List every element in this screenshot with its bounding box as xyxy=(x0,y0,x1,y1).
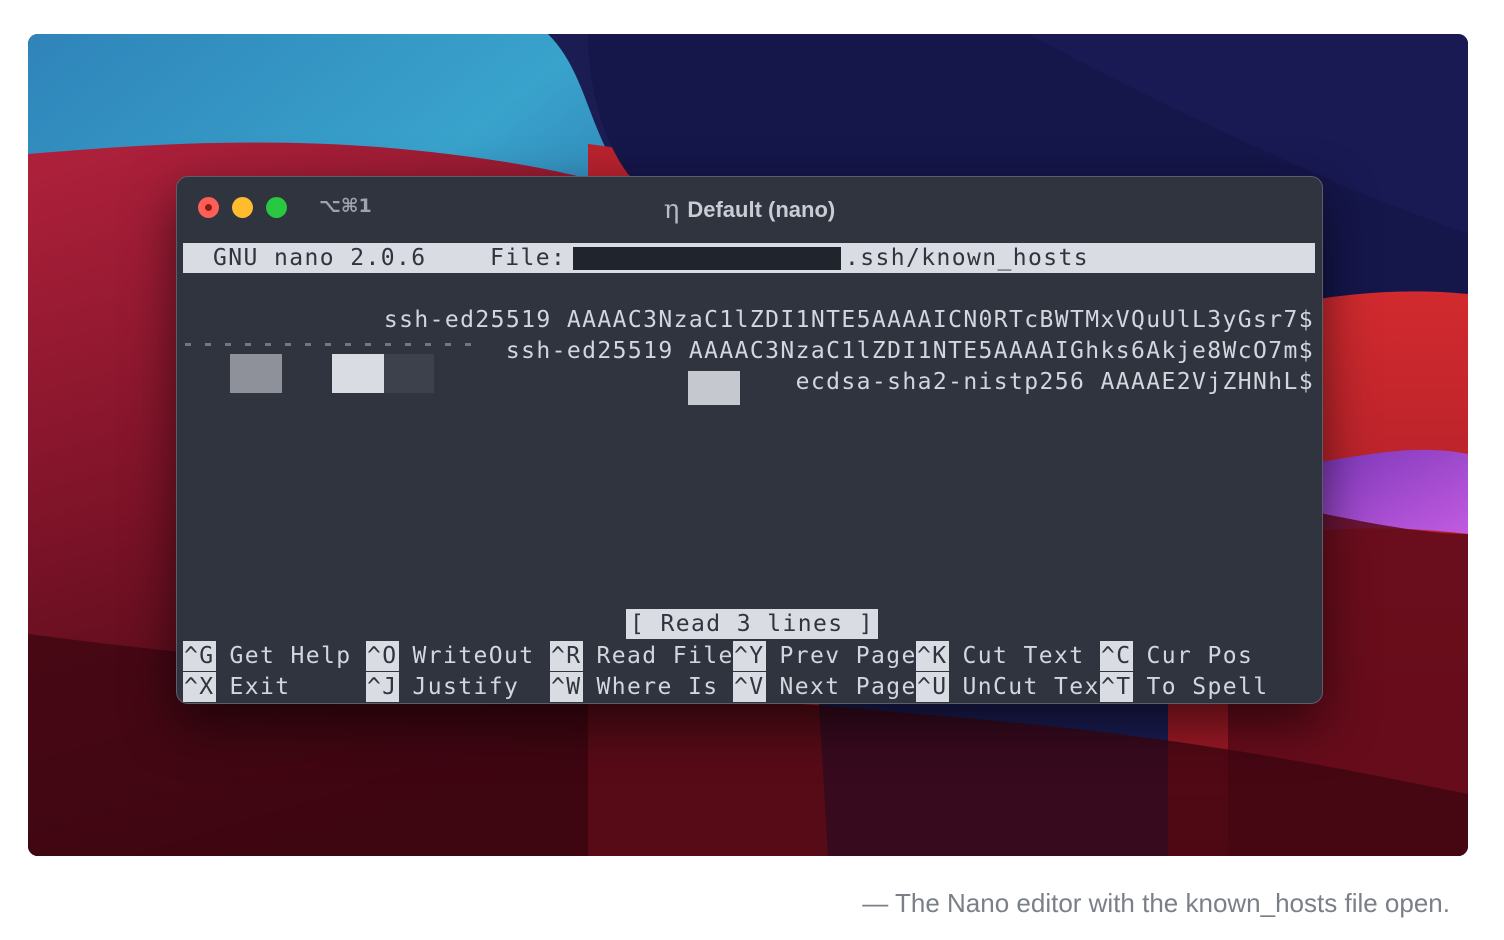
shortcut-label: Read File xyxy=(596,643,734,669)
shortcut-label: Cut Text xyxy=(962,643,1085,669)
shortcut-bar: ^G Get Help ^O WriteOut ^R Read File ^Y Prev… xyxy=(183,641,1315,703)
redacted-path xyxy=(573,247,841,270)
redacted-hostname xyxy=(185,343,475,346)
shortcut-label: Where Is xyxy=(596,674,719,700)
shortcut-label: Justify xyxy=(412,674,520,700)
window-title: η Default (nano) xyxy=(177,194,1322,225)
terminal-window[interactable]: ⌥⌘1 η Default (nano) GNU nano 2.0.6 File:… xyxy=(176,176,1323,704)
shortcut-key: ^R xyxy=(550,641,583,671)
file-line-3[interactable]: ecdsa-sha2-nistp256 AAAAE2VjZHNhL$ xyxy=(796,367,1314,397)
shortcut-key: ^J xyxy=(366,672,399,702)
shortcut-key: ^X xyxy=(183,672,216,702)
status-message: [ Read 3 lines ] xyxy=(626,609,878,639)
terminal-titlebar[interactable]: ⌥⌘1 η Default (nano) xyxy=(177,177,1322,239)
file-line-1[interactable]: ssh-ed25519 AAAAC3NzaC1lZDI1NTE5AAAAICN0… xyxy=(384,305,1314,335)
window-title-text: Default (nano) xyxy=(687,197,836,222)
shortcut-prev-page[interactable]: ^Y Prev Page xyxy=(733,641,917,671)
shortcut-uncut-text[interactable]: ^U UnCut Tex xyxy=(916,672,1100,702)
file-name: .ssh/known_hosts xyxy=(845,245,1089,271)
shortcut-cur-pos[interactable]: ^C Cur Pos xyxy=(1100,641,1253,671)
redaction-block xyxy=(688,371,740,405)
redaction-block xyxy=(384,354,434,393)
nano-version: GNU nano 2.0.6 xyxy=(213,245,427,271)
shortcut-label: Exit xyxy=(229,674,291,700)
shortcut-exit[interactable]: ^X Exit xyxy=(183,672,291,702)
shortcut-label: Next Page xyxy=(779,674,917,700)
shortcut-label: UnCut Tex xyxy=(962,674,1100,700)
shortcut-key: ^C xyxy=(1100,641,1133,671)
figure-caption: — The Nano editor with the known_hosts f… xyxy=(862,888,1450,918)
shortcut-cut-text[interactable]: ^K Cut Text xyxy=(916,641,1084,671)
shortcut-label: Cur Pos xyxy=(1146,643,1254,669)
shortcut-get-help[interactable]: ^G Get Help xyxy=(183,641,351,671)
shortcut-where-is[interactable]: ^W Where Is xyxy=(550,672,718,702)
shortcut-writeout[interactable]: ^O WriteOut xyxy=(366,641,534,671)
shortcut-key: ^Y xyxy=(733,641,766,671)
shortcut-key: ^O xyxy=(366,641,399,671)
redaction-block xyxy=(230,354,282,393)
shortcut-to-spell[interactable]: ^T To Spell xyxy=(1100,672,1268,702)
shortcut-justify[interactable]: ^J Justify xyxy=(366,672,519,702)
file-label: File: xyxy=(490,245,567,271)
shortcut-read-file[interactable]: ^R Read File xyxy=(550,641,734,671)
shortcut-label: Get Help xyxy=(229,643,352,669)
shortcut-key: ^T xyxy=(1100,672,1133,702)
shortcut-key: ^W xyxy=(550,672,583,702)
shortcut-label: To Spell xyxy=(1146,674,1269,700)
shortcut-label: Prev Page xyxy=(779,643,917,669)
file-line-2[interactable]: ssh-ed25519 AAAAC3NzaC1lZDI1NTE5AAAAIGhk… xyxy=(506,336,1314,366)
shortcut-key: ^V xyxy=(733,672,766,702)
nano-title-bar: GNU nano 2.0.6 File: .ssh/known_hosts xyxy=(183,243,1315,273)
shortcut-label: WriteOut xyxy=(412,643,535,669)
shell-icon: η xyxy=(663,195,680,225)
shortcut-next-page[interactable]: ^V Next Page xyxy=(733,672,917,702)
shortcut-key: ^G xyxy=(183,641,216,671)
shortcut-key: ^U xyxy=(916,672,949,702)
shortcut-key: ^K xyxy=(916,641,949,671)
redaction-block xyxy=(332,354,384,393)
page: ⌥⌘1 η Default (nano) GNU nano 2.0.6 File:… xyxy=(0,0,1504,940)
